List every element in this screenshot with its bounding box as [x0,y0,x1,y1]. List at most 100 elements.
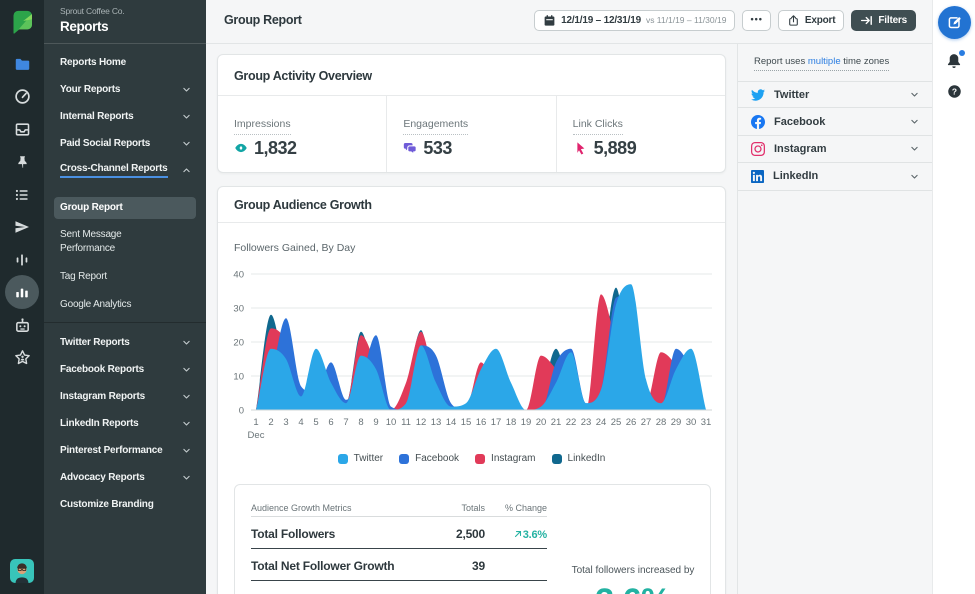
twitter-icon [751,88,765,102]
bot-icon [14,317,31,334]
sidebar-item-facebook-reports[interactable]: Facebook Reports [44,356,206,383]
date-range-button[interactable]: 12/1/19 – 12/31/19 vs 11/1/19 – 11/30/19 [534,9,736,31]
account-row-instagram[interactable]: Instagram [738,136,932,164]
svg-text:10: 10 [386,417,397,428]
sidebar-item-instagram-reports[interactable]: Instagram Reports [44,383,206,410]
legend-item-twitter[interactable]: Twitter [337,453,383,464]
sprout-logo[interactable] [10,9,34,34]
metric-label: Link Clicks [572,118,623,135]
svg-text:2: 2 [268,417,273,428]
followers-gained-chart: 0 10 20 30 40 1 2 3 4 5 6 7 8 9 10 11 12 13 14 15 16 17 18 19 20… [218,256,725,444]
audience-growth-table: Audience Growth Metrics Totals% Change To… [251,493,547,581]
sidebar-subitem-tag-report[interactable]: Tag Report [54,266,159,288]
table-header-audience-growth-metrics: Audience Growth Metrics [251,493,407,517]
rail-item-bot-icon[interactable] [4,309,40,342]
note-text: time zones [840,56,890,67]
more-options-button[interactable]: ••• [742,9,771,31]
report-header: Group Report 12/1/19 – 12/31/19 vs 11/1/… [206,0,932,44]
sidebar-item-internal-reports[interactable]: Internal Reports [44,103,206,130]
sidebar-item-cross-channel-reports[interactable]: Cross-Channel Reports [44,157,206,184]
metric-engagements: Engagements 533 [386,96,555,172]
summary-value: 3.6% [553,582,713,594]
rail-item-feeds-icon[interactable] [4,178,40,211]
account-name: Instagram [774,142,827,155]
chevron-down-icon [910,172,919,181]
svg-text:9: 9 [373,417,378,428]
compose-button[interactable] [937,6,971,39]
chevron-down-icon [182,85,191,94]
rail-item-gauge-icon[interactable] [4,81,40,114]
rail-item-pin-icon[interactable] [4,146,40,179]
svg-text:3: 3 [283,417,288,428]
account-row-facebook[interactable]: Facebook [738,108,932,136]
sidebar-item-customize-branding[interactable]: Customize Branding [44,491,206,518]
svg-text:21: 21 [551,417,562,428]
metric-label: Engagements [403,118,469,135]
export-button[interactable]: Export [777,9,845,31]
metric-name: Total Followers [251,516,407,549]
svg-text:19: 19 [521,417,532,428]
filters-button[interactable]: Filters [851,9,916,31]
svg-text:18: 18 [506,417,517,428]
svg-text:1: 1 [253,417,258,428]
account-row-twitter[interactable]: Twitter [738,81,932,109]
eye-icon [234,141,248,155]
filters-icon [860,14,873,27]
table-row: Total Net Follower Growth 39 [251,548,547,581]
chevron-down-icon [182,112,191,121]
sidebar-item-twitter-reports[interactable]: Twitter Reports [44,329,206,356]
account-row-linkedin[interactable]: LinkedIn [738,163,932,191]
company-name: Sprout Coffee Co. [60,6,125,16]
sidebar-item-label: Internal Reports [60,111,134,122]
sidebar-subitem-sent-message-performance[interactable]: Sent Message Performance [54,224,159,260]
rail-item-folder-icon[interactable] [4,48,40,81]
sidebar-subitem-group-report[interactable]: Group Report [54,197,196,219]
svg-text:7: 7 [343,417,348,428]
sidebar-item-pinterest-performance[interactable]: Pinterest Performance [44,437,206,464]
compare-range-label: vs 11/1/19 – 11/30/19 [645,15,727,25]
svg-text:6: 6 [328,417,333,428]
report-settings-panel: Report uses multiple time zones Twitter F… [737,44,932,594]
legend-label: Instagram [491,453,536,464]
growth-summary: Total followers increased by 3.6% [553,565,713,594]
help-icon[interactable]: ? [947,84,962,99]
metric-label: Impressions [234,118,291,135]
legend-swatch [337,453,348,464]
group-audience-growth-card: Group Audience Growth Followers Gained, … [217,186,726,594]
chevron-down-icon [910,90,919,99]
sidebar-item-reports-home[interactable]: Reports Home [44,49,206,76]
sidebar-subitem-google-analytics[interactable]: Google Analytics [54,294,159,316]
sidebar-item-advocacy-reports[interactable]: Advocacy Reports [44,464,206,491]
rail-item-listening-icon[interactable] [4,244,40,277]
sidebar-item-label: Reports Home [60,57,126,68]
sidebar-item-linkedin-reports[interactable]: LinkedIn Reports [44,410,206,437]
export-label: Export [804,14,836,26]
up-right-arrow-icon [513,529,523,539]
calendar-icon [543,14,556,27]
rail-item-publish-icon[interactable] [4,211,40,244]
rail-item-reviews-icon[interactable] [4,341,40,374]
gauge-icon [14,88,31,105]
legend-item-facebook[interactable]: Facebook [399,453,459,464]
svg-text:?: ? [951,86,956,96]
main-column: Group Report 12/1/19 – 12/31/19 vs 11/1/… [206,0,932,594]
sidebar-header: Sprout Coffee Co. Reports [44,0,206,43]
notifications-bell-icon[interactable] [945,50,965,70]
user-avatar[interactable] [10,559,34,583]
export-icon [787,14,800,27]
sidebar-item-label: Facebook Reports [60,364,145,375]
metric-total: 39 [407,548,485,581]
rail-item-inbox-icon[interactable] [4,113,40,146]
rail-item-reports-icon[interactable] [4,275,40,309]
legend-item-linkedin[interactable]: LinkedIn [551,453,605,464]
timezone-link[interactable]: multiple [808,56,841,67]
legend-item-instagram[interactable]: Instagram [475,453,536,464]
reviews-icon [14,349,31,366]
svg-text:23: 23 [581,417,592,428]
chevron-down-icon [182,392,191,401]
sidebar-item-your-reports[interactable]: Your Reports [44,76,206,103]
account-name: LinkedIn [773,170,819,183]
sidebar-item-paid-social-reports[interactable]: Paid Social Reports [44,130,206,157]
chevron-down-icon [182,419,191,428]
chevron-down-icon [182,446,191,455]
